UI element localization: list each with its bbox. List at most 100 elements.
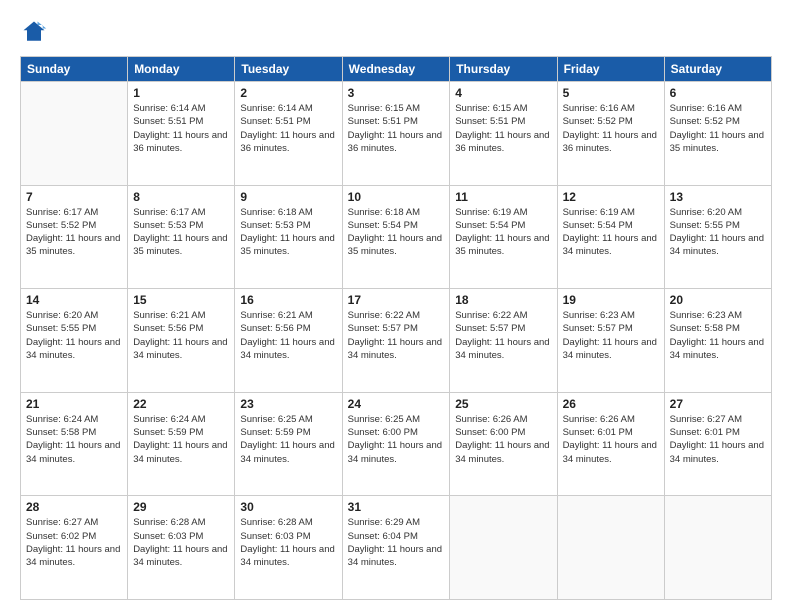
day-number: 23: [240, 397, 336, 411]
day-cell: [21, 82, 128, 186]
header-thursday: Thursday: [450, 57, 557, 82]
day-number: 9: [240, 190, 336, 204]
day-number: 6: [670, 86, 766, 100]
day-number: 8: [133, 190, 229, 204]
day-number: 18: [455, 293, 551, 307]
day-info: Sunrise: 6:28 AMSunset: 6:03 PMDaylight:…: [240, 516, 336, 569]
day-info: Sunrise: 6:25 AMSunset: 6:00 PMDaylight:…: [348, 413, 445, 466]
week-row-5: 28 Sunrise: 6:27 AMSunset: 6:02 PMDayligh…: [21, 496, 772, 600]
day-info: Sunrise: 6:23 AMSunset: 5:58 PMDaylight:…: [670, 309, 766, 362]
day-cell: 20 Sunrise: 6:23 AMSunset: 5:58 PMDayligh…: [664, 289, 771, 393]
day-cell: 9 Sunrise: 6:18 AMSunset: 5:53 PMDaylight…: [235, 185, 342, 289]
day-number: 22: [133, 397, 229, 411]
day-cell: [450, 496, 557, 600]
day-cell: 25 Sunrise: 6:26 AMSunset: 6:00 PMDayligh…: [450, 392, 557, 496]
day-cell: 7 Sunrise: 6:17 AMSunset: 5:52 PMDaylight…: [21, 185, 128, 289]
day-info: Sunrise: 6:27 AMSunset: 6:02 PMDaylight:…: [26, 516, 122, 569]
day-cell: 19Sunrise: 6:23 AMSunset: 5:57 PMDayligh…: [557, 289, 664, 393]
day-number: 3: [348, 86, 445, 100]
day-number: 31: [348, 500, 445, 514]
day-number: 27: [670, 397, 766, 411]
day-cell: 13Sunrise: 6:20 AMSunset: 5:55 PMDayligh…: [664, 185, 771, 289]
day-info: Sunrise: 6:20 AMSunset: 5:55 PMDaylight:…: [670, 206, 766, 259]
day-cell: 3 Sunrise: 6:15 AMSunset: 5:51 PMDaylight…: [342, 82, 450, 186]
day-number: 29: [133, 500, 229, 514]
day-cell: 5 Sunrise: 6:16 AMSunset: 5:52 PMDaylight…: [557, 82, 664, 186]
day-cell: 2 Sunrise: 6:14 AMSunset: 5:51 PMDaylight…: [235, 82, 342, 186]
day-number: 4: [455, 86, 551, 100]
header-sunday: Sunday: [21, 57, 128, 82]
day-number: 15: [133, 293, 229, 307]
day-info: Sunrise: 6:27 AMSunset: 6:01 PMDaylight:…: [670, 413, 766, 466]
week-row-4: 21 Sunrise: 6:24 AMSunset: 5:58 PMDayligh…: [21, 392, 772, 496]
day-number: 28: [26, 500, 122, 514]
day-info: Sunrise: 6:20 AMSunset: 5:55 PMDaylight:…: [26, 309, 122, 362]
day-info: Sunrise: 6:22 AMSunset: 5:57 PMDaylight:…: [348, 309, 445, 362]
day-cell: 1Sunrise: 6:14 AMSunset: 5:51 PMDaylight…: [128, 82, 235, 186]
day-number: 17: [348, 293, 445, 307]
day-info: Sunrise: 6:21 AMSunset: 5:56 PMDaylight:…: [133, 309, 229, 362]
day-info: Sunrise: 6:17 AMSunset: 5:53 PMDaylight:…: [133, 206, 229, 259]
day-info: Sunrise: 6:21 AMSunset: 5:56 PMDaylight:…: [240, 309, 336, 362]
logo-icon: [20, 18, 48, 46]
week-row-1: 1 Sunrise: 6:14 AMSunset: 5:51 PMDaylight…: [21, 82, 772, 186]
day-cell: 15 Sunrise: 6:21 AMSunset: 5:56 PMDayligh…: [128, 289, 235, 393]
day-cell: 24Sunrise: 6:25 AMSunset: 6:00 PMDayligh…: [342, 392, 450, 496]
header-friday: Friday: [557, 57, 664, 82]
day-info: Sunrise: 6:18 AMSunset: 5:53 PMDaylight:…: [240, 206, 336, 259]
day-cell: 17 Sunrise: 6:22 AMSunset: 5:57 PMDayligh…: [342, 289, 450, 393]
day-info: Sunrise: 6:16 AMSunset: 5:52 PMDaylight:…: [563, 102, 659, 155]
day-number: 30: [240, 500, 336, 514]
day-info: Sunrise: 6:29 AMSunset: 6:04 PMDaylight:…: [348, 516, 445, 569]
logo: [20, 18, 52, 46]
day-info: Sunrise: 6:24 AMSunset: 5:58 PMDaylight:…: [26, 413, 122, 466]
day-number: 1: [133, 86, 229, 100]
day-number: 26: [563, 397, 659, 411]
day-cell: 27 Sunrise: 6:27 AMSunset: 6:01 PMDayligh…: [664, 392, 771, 496]
day-cell: 30 Sunrise: 6:28 AMSunset: 6:03 PMDayligh…: [235, 496, 342, 600]
day-number: 2: [240, 86, 336, 100]
week-row-3: 14Sunrise: 6:20 AMSunset: 5:55 PMDayligh…: [21, 289, 772, 393]
header-tuesday: Tuesday: [235, 57, 342, 82]
header-saturday: Saturday: [664, 57, 771, 82]
day-cell: 11 Sunrise: 6:19 AMSunset: 5:54 PMDayligh…: [450, 185, 557, 289]
day-number: 20: [670, 293, 766, 307]
day-info: Sunrise: 6:15 AMSunset: 5:51 PMDaylight:…: [348, 102, 445, 155]
day-cell: 12Sunrise: 6:19 AMSunset: 5:54 PMDayligh…: [557, 185, 664, 289]
day-info: Sunrise: 6:14 AMSunset: 5:51 PMDaylight:…: [240, 102, 336, 155]
day-cell: 14Sunrise: 6:20 AMSunset: 5:55 PMDayligh…: [21, 289, 128, 393]
day-number: 7: [26, 190, 122, 204]
day-info: Sunrise: 6:26 AMSunset: 6:01 PMDaylight:…: [563, 413, 659, 466]
week-row-2: 7 Sunrise: 6:17 AMSunset: 5:52 PMDaylight…: [21, 185, 772, 289]
day-cell: 4Sunrise: 6:15 AMSunset: 5:51 PMDaylight…: [450, 82, 557, 186]
day-cell: 31 Sunrise: 6:29 AMSunset: 6:04 PMDayligh…: [342, 496, 450, 600]
day-number: 10: [348, 190, 445, 204]
day-info: Sunrise: 6:22 AMSunset: 5:57 PMDaylight:…: [455, 309, 551, 362]
calendar-header-row: SundayMondayTuesdayWednesdayThursdayFrid…: [21, 57, 772, 82]
day-number: 21: [26, 397, 122, 411]
day-cell: 28 Sunrise: 6:27 AMSunset: 6:02 PMDayligh…: [21, 496, 128, 600]
day-cell: 18 Sunrise: 6:22 AMSunset: 5:57 PMDayligh…: [450, 289, 557, 393]
day-cell: [664, 496, 771, 600]
day-number: 5: [563, 86, 659, 100]
day-number: 16: [240, 293, 336, 307]
day-number: 25: [455, 397, 551, 411]
header-wednesday: Wednesday: [342, 57, 450, 82]
day-info: Sunrise: 6:19 AMSunset: 5:54 PMDaylight:…: [563, 206, 659, 259]
day-cell: 8 Sunrise: 6:17 AMSunset: 5:53 PMDaylight…: [128, 185, 235, 289]
day-number: 11: [455, 190, 551, 204]
day-cell: 26 Sunrise: 6:26 AMSunset: 6:01 PMDayligh…: [557, 392, 664, 496]
day-cell: 6Sunrise: 6:16 AMSunset: 5:52 PMDaylight…: [664, 82, 771, 186]
day-info: Sunrise: 6:18 AMSunset: 5:54 PMDaylight:…: [348, 206, 445, 259]
day-info: Sunrise: 6:17 AMSunset: 5:52 PMDaylight:…: [26, 206, 122, 259]
calendar-table: SundayMondayTuesdayWednesdayThursdayFrid…: [20, 56, 772, 600]
day-cell: [557, 496, 664, 600]
page: SundayMondayTuesdayWednesdayThursdayFrid…: [0, 0, 792, 612]
day-info: Sunrise: 6:19 AMSunset: 5:54 PMDaylight:…: [455, 206, 551, 259]
day-info: Sunrise: 6:24 AMSunset: 5:59 PMDaylight:…: [133, 413, 229, 466]
day-info: Sunrise: 6:26 AMSunset: 6:00 PMDaylight:…: [455, 413, 551, 466]
day-cell: 22 Sunrise: 6:24 AMSunset: 5:59 PMDayligh…: [128, 392, 235, 496]
day-cell: 21 Sunrise: 6:24 AMSunset: 5:58 PMDayligh…: [21, 392, 128, 496]
header: [20, 18, 772, 46]
day-cell: 29Sunrise: 6:28 AMSunset: 6:03 PMDayligh…: [128, 496, 235, 600]
